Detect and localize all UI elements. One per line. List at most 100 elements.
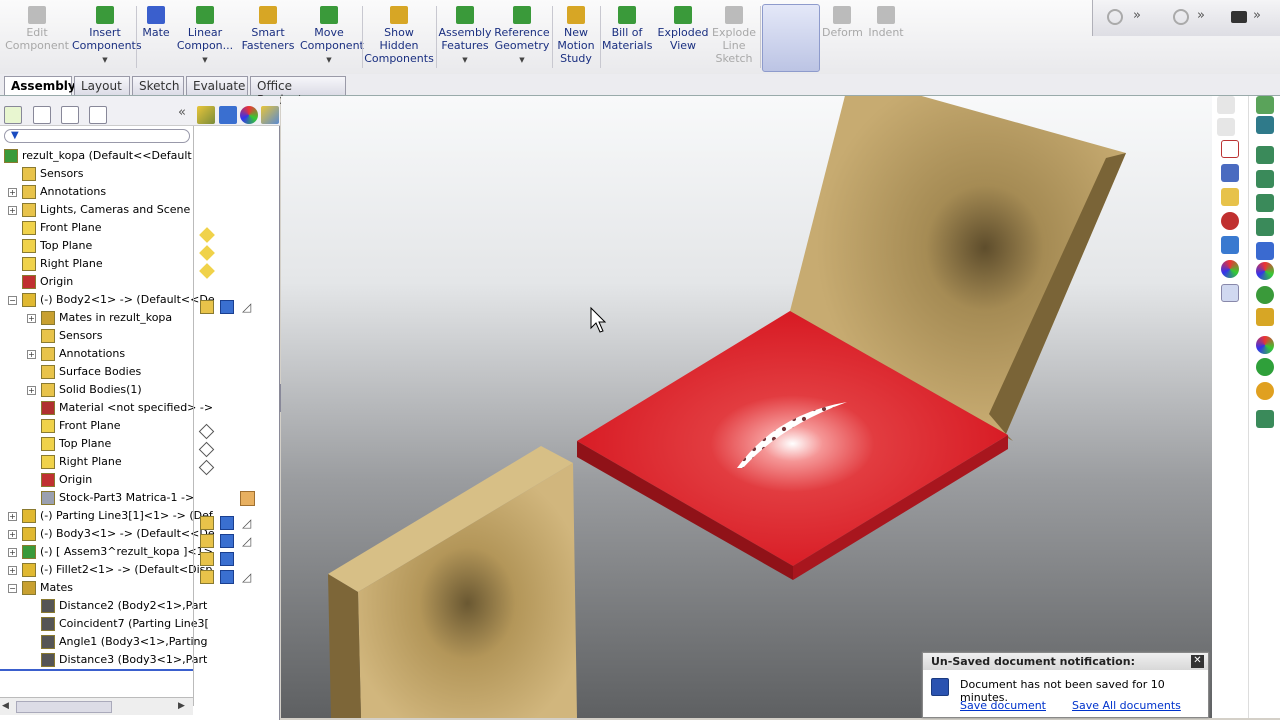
scroll-right-arrow[interactable]: ▶ <box>178 701 185 711</box>
toolbar-tool-icon[interactable] <box>1256 146 1274 164</box>
insert-components-button[interactable]: Insert Components ▼ <box>72 6 142 67</box>
toolbar-tool-icon[interactable] <box>1256 116 1274 134</box>
tree-item[interactable]: Origin <box>0 471 193 489</box>
file-explorer-icon[interactable] <box>1221 188 1239 206</box>
tree-item[interactable]: Material <not specified> -> <box>0 399 213 417</box>
tree-item[interactable]: + Lights, Cameras and Scene <box>0 201 193 219</box>
reference-geometry-button[interactable]: Reference Geometry ▼ <box>494 6 550 67</box>
property-manager-tab-icon[interactable] <box>33 106 51 124</box>
toolbar-tool-icon[interactable] <box>1256 170 1274 188</box>
tree-item[interactable]: Distance2 (Body2<1>,Part <box>0 597 207 615</box>
tree-item[interactable]: + Solid Bodies(1) <box>0 381 193 399</box>
tree-item[interactable]: rezult_kopa (Default<<Default <box>0 147 193 165</box>
appearance-tool-icon[interactable] <box>1256 262 1274 280</box>
dropdown-arrow-icon[interactable]: ▼ <box>176 54 234 67</box>
expand-toggle-icon[interactable]: + <box>8 512 17 521</box>
appearance-column-icon[interactable] <box>240 106 258 124</box>
scroll-thumb[interactable] <box>16 701 112 713</box>
tree-item[interactable]: − Mates <box>0 579 193 597</box>
move-component-button[interactable]: Move Component ▼ <box>300 6 364 67</box>
toolbar-tool-icon[interactable] <box>1256 242 1274 260</box>
edit-component-button[interactable]: Edit Component <box>4 6 70 52</box>
tree-item[interactable]: Stock-Part3 Matrica-1 -> <box>0 489 194 507</box>
tree-item[interactable]: + Annotations <box>0 183 193 201</box>
tab-evaluate[interactable]: Evaluate <box>186 76 248 95</box>
tab-layout[interactable]: Layout <box>74 76 130 95</box>
expand-toggle-icon[interactable]: + <box>8 188 17 197</box>
body-column-icon[interactable] <box>219 106 237 124</box>
expand-toggle-icon[interactable]: + <box>8 530 17 539</box>
tree-item[interactable]: + (-) Fillet2<1> -> (Default<Disp <box>0 561 212 579</box>
new-motion-study-button[interactable]: New Motion Study <box>554 6 598 65</box>
assembly-features-button[interactable]: Assembly Features ▼ <box>438 6 492 67</box>
toolbar-tool-icon[interactable] <box>1256 218 1274 236</box>
display-manager-tab-icon[interactable] <box>89 106 107 124</box>
dropdown-arrow-icon[interactable]: ▼ <box>494 54 550 67</box>
collapse-toggle-icon[interactable]: − <box>8 296 17 305</box>
explode-line-sketch-button[interactable]: Explode Line Sketch <box>710 6 758 65</box>
expand-toggle-icon[interactable]: + <box>27 350 36 359</box>
dropdown-arrow-icon[interactable]: ▼ <box>72 54 138 67</box>
view-orientation-icon[interactable] <box>1107 9 1123 25</box>
bill-of-materials-button[interactable]: Bill of Materials <box>602 6 652 52</box>
tree-item[interactable]: Coincident7 (Parting Line3[ <box>0 615 209 633</box>
collapse-toggle-icon[interactable]: − <box>8 584 17 593</box>
tree-item[interactable]: + Annotations <box>0 345 193 363</box>
tree-item[interactable]: Angle1 (Body3<1>,Parting <box>0 633 208 651</box>
search-icon[interactable] <box>1221 212 1239 230</box>
tree-item[interactable]: + (-) [ Assem3^rezult_kopa ]<1> <box>0 543 213 561</box>
dropdown-arrow-icon[interactable]: ▼ <box>300 54 358 67</box>
tree-item[interactable]: + Mates in rezult_kopa <box>0 309 193 327</box>
tree-item[interactable]: Top Plane <box>0 237 193 255</box>
tree-item[interactable]: − (-) Body2<1> -> (Default<<De <box>0 291 215 309</box>
expand-toggle-icon[interactable]: + <box>27 314 36 323</box>
tree-item[interactable]: Top Plane <box>0 435 193 453</box>
tree-item[interactable]: Origin <box>0 273 193 291</box>
custom-properties-icon[interactable] <box>1221 284 1239 302</box>
solidworks-resources-icon[interactable] <box>1221 140 1239 158</box>
tree-rollback-bar[interactable] <box>0 669 193 671</box>
close-icon[interactable]: ✕ <box>1191 655 1204 668</box>
tab-assembly[interactable]: Assembly <box>4 76 76 95</box>
camera-icon[interactable] <box>1231 11 1247 23</box>
scroll-left-arrow[interactable]: ◀ <box>2 701 9 711</box>
more-chevron-icon[interactable]: » <box>1253 8 1261 23</box>
appearance-tool-icon[interactable] <box>1256 358 1274 376</box>
scene-column-icon[interactable] <box>261 106 279 124</box>
display-style-icon[interactable] <box>1173 9 1189 25</box>
indent-button[interactable]: Indent <box>864 6 908 39</box>
tree-item[interactable]: Right Plane <box>0 453 193 471</box>
appearance-tool-icon[interactable] <box>1256 336 1274 354</box>
exploded-view-button[interactable]: Exploded View <box>656 6 710 52</box>
tree-filter-input[interactable]: ▼ <box>4 129 190 143</box>
tree-item[interactable]: + (-) Parting Line3[1]<1> -> (Def <box>0 507 213 525</box>
tree-item[interactable]: Sensors <box>0 327 193 345</box>
feature-manager-tab-icon[interactable] <box>4 106 22 124</box>
filter-icon[interactable]: ▼ <box>11 130 19 141</box>
expand-toggle-icon[interactable]: + <box>8 206 17 215</box>
save-all-documents-link[interactable]: Save All documents <box>1072 699 1181 712</box>
save-document-link[interactable]: Save document <box>960 699 1046 712</box>
appearance-tool-icon[interactable] <box>1256 382 1274 400</box>
appearance-tool-icon[interactable] <box>1256 286 1274 304</box>
toolbar-tool-icon[interactable] <box>1256 410 1274 428</box>
graphics-area[interactable] <box>281 96 1212 718</box>
tree-item[interactable]: Front Plane <box>0 417 193 435</box>
toolbar-tool-icon[interactable] <box>1256 194 1274 212</box>
expand-toggle-icon[interactable]: + <box>8 566 17 575</box>
more-chevron-icon[interactable]: » <box>1197 8 1205 23</box>
parts-column-icon[interactable] <box>197 106 215 124</box>
tree-item[interactable]: Distance3 (Body3<1>,Part <box>0 651 207 669</box>
collapse-icon[interactable]: « <box>178 105 186 120</box>
smart-fasteners-button[interactable]: Smart Fasteners <box>238 6 298 52</box>
appearances-icon[interactable] <box>1221 260 1239 278</box>
tab-office-products[interactable]: Office Products <box>250 76 346 107</box>
tab-sketch[interactable]: Sketch <box>132 76 184 95</box>
linear-compon-button[interactable]: Linear Compon... ▼ <box>176 6 234 67</box>
tree-item[interactable]: Sensors <box>0 165 193 183</box>
tree-horizontal-scrollbar[interactable]: ◀ ▶ <box>0 697 193 715</box>
more-chevron-icon[interactable]: » <box>1133 8 1141 23</box>
deform-button[interactable]: Deform <box>822 6 863 39</box>
view-palette-icon[interactable] <box>1221 236 1239 254</box>
database-tool-icon[interactable] <box>1256 308 1274 326</box>
